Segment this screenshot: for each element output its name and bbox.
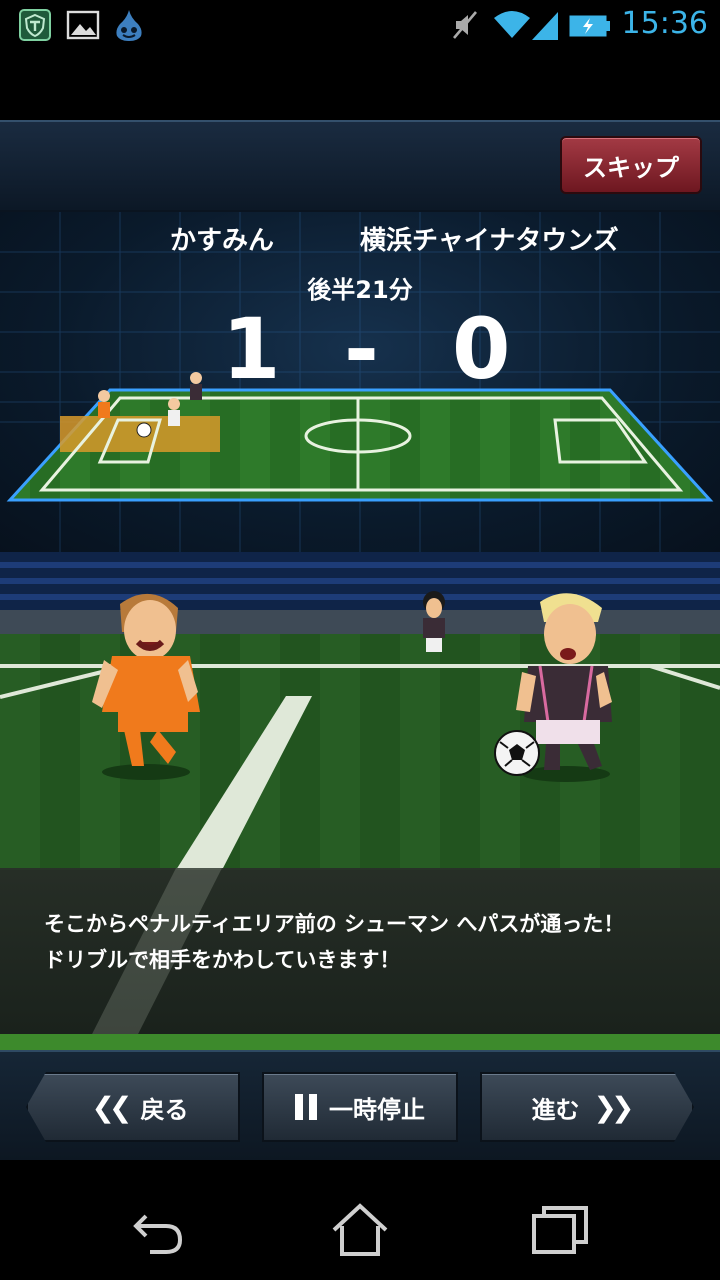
commentary-line-2: ドリブルで相手をかわしていきます！ bbox=[44, 948, 401, 972]
home-icon[interactable] bbox=[330, 1200, 390, 1260]
mini-pitch bbox=[6, 372, 714, 502]
back-label: 戻る bbox=[140, 1095, 189, 1124]
image-icon bbox=[66, 10, 100, 40]
action-scene bbox=[0, 552, 720, 870]
background-player-sprite bbox=[423, 591, 445, 652]
next-button[interactable]: 進む ❯❯ bbox=[480, 1072, 694, 1142]
home-team-name: かすみん bbox=[170, 226, 275, 256]
mini-player-away bbox=[190, 372, 202, 400]
double-chevron-left-icon: ❮❮ bbox=[91, 1090, 133, 1124]
commentary-line-1: そこからペナルティエリア前の シューマン へパスが通った！ bbox=[44, 912, 625, 936]
clock: 15:36 bbox=[621, 6, 708, 41]
away-team-name: 横浜チャイナタウンズ bbox=[360, 226, 619, 256]
mute-icon bbox=[453, 11, 477, 39]
scoreboard: かすみん 横浜チャイナタウンズ 後半21分 1 - 0 bbox=[0, 212, 720, 552]
pause-button[interactable]: 一時停止 bbox=[262, 1072, 458, 1142]
signal-icon bbox=[532, 12, 558, 40]
slime-app-icon bbox=[116, 10, 142, 41]
wifi-icon bbox=[494, 11, 530, 38]
double-chevron-right-icon: ❯❯ bbox=[593, 1090, 629, 1124]
stadium-illustration bbox=[0, 552, 720, 870]
battery-charging-icon bbox=[569, 15, 610, 37]
pause-label: 一時停止 bbox=[329, 1095, 425, 1124]
skip-button[interactable]: スキップ bbox=[560, 136, 702, 194]
pause-icon bbox=[295, 1094, 317, 1120]
commentary-panel: そこからペナルティエリア前の シューマン へパスが通った！ ドリブルで相手をかわ… bbox=[0, 868, 720, 1050]
back-icon[interactable] bbox=[128, 1200, 188, 1260]
status-bar: 15:36 bbox=[0, 0, 720, 50]
game-screen: 15:36 スキップ かすみん 横浜チャイナタウンズ 後半21分 1 - 0 そ… bbox=[0, 0, 720, 1280]
mini-player-home-2 bbox=[168, 398, 180, 426]
soccer-ball bbox=[494, 730, 540, 776]
mini-ball bbox=[136, 422, 152, 438]
mini-player-home bbox=[98, 390, 110, 418]
next-label: 進む bbox=[531, 1095, 580, 1124]
recent-apps-icon[interactable] bbox=[530, 1200, 590, 1260]
back-button[interactable]: ❮❮ 戻る bbox=[26, 1072, 240, 1142]
shield-app-icon bbox=[19, 9, 51, 41]
